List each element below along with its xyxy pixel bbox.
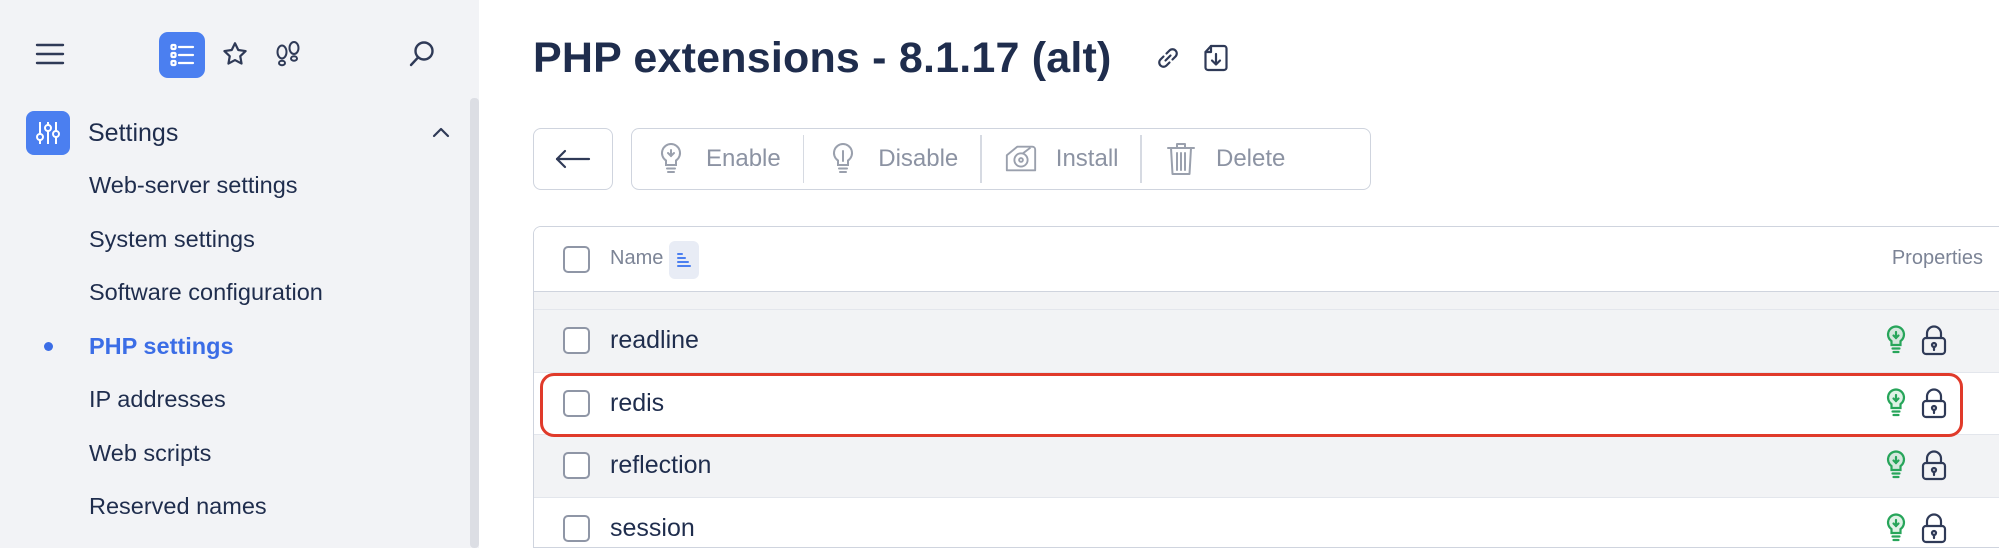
install-disc-icon	[1004, 139, 1038, 179]
bulb-icon	[1886, 450, 1906, 479]
bulb-off-icon	[826, 139, 860, 179]
settings-section-header[interactable]: Settings	[26, 110, 456, 156]
back-button[interactable]	[533, 128, 613, 190]
select-all-checkbox[interactable]	[563, 246, 590, 273]
bulb-on-icon	[654, 139, 688, 179]
table-row[interactable]: readline	[534, 310, 1999, 373]
extension-name: redis	[610, 388, 665, 417]
star-icon[interactable]	[215, 34, 255, 74]
bulb-icon	[1886, 387, 1906, 416]
page-header: PHP extensions - 8.1.17 (alt)	[533, 28, 1236, 88]
disable-button[interactable]: Disable	[804, 129, 980, 189]
sidebar-toolbar	[0, 32, 479, 82]
lock-icon	[1921, 512, 1947, 543]
sidebar-scrollbar[interactable]	[470, 98, 479, 548]
table-header: Name Properties	[534, 227, 1999, 292]
row-properties	[1885, 324, 1949, 356]
table-row[interactable]: redis	[534, 372, 1999, 435]
lock-icon	[1921, 450, 1947, 481]
enable-button[interactable]: Enable	[632, 129, 803, 189]
sidebar-item-label: Reserved names	[89, 493, 267, 520]
sidebar-item-system-settings[interactable]: System settings	[0, 213, 470, 267]
settings-submenu: Web-server settings System settings Soft…	[0, 159, 470, 534]
chevron-up-icon[interactable]	[428, 120, 454, 146]
row-properties	[1885, 449, 1949, 481]
lock-icon	[1921, 325, 1947, 356]
install-button[interactable]: Install	[982, 129, 1141, 189]
sidebar-item-label: Software configuration	[89, 279, 323, 306]
disable-button-label: Disable	[878, 145, 959, 172]
extension-name: session	[610, 513, 695, 542]
page-title: PHP extensions - 8.1.17 (alt)	[533, 33, 1112, 82]
sidebar-item-label: PHP settings	[89, 332, 234, 359]
sidebar-item-label: Web-server settings	[89, 172, 298, 199]
table-row[interactable]: reflection	[534, 435, 1999, 498]
sidebar-item-label: System settings	[89, 225, 255, 252]
row-checkbox[interactable]	[563, 514, 590, 542]
extension-name: reflection	[610, 451, 712, 479]
row-properties	[1885, 387, 1949, 419]
delete-button-label: Delete	[1215, 145, 1286, 172]
download-document-icon[interactable]	[1196, 38, 1236, 78]
sidebar-item-php-settings[interactable]: PHP settings	[0, 320, 470, 374]
active-indicator-dot	[44, 342, 53, 352]
sidebar-item-ip-addresses[interactable]: IP addresses	[0, 373, 470, 427]
install-button-label: Install	[1055, 145, 1119, 172]
extensions-table: Name Properties readline redis reflectio…	[533, 226, 1999, 548]
bulb-icon	[1886, 325, 1906, 354]
bulb-icon	[1886, 512, 1906, 541]
lock-icon	[1921, 387, 1947, 418]
sort-ascending-icon[interactable]	[669, 241, 699, 279]
settings-section-label: Settings	[88, 118, 179, 147]
row-checkbox[interactable]	[563, 452, 590, 479]
sidebar-item-web-server-settings[interactable]: Web-server settings	[0, 159, 470, 213]
link-icon[interactable]	[1148, 38, 1188, 78]
row-properties	[1885, 512, 1949, 544]
sidebar-item-label: IP addresses	[89, 386, 226, 413]
menu-icon[interactable]	[30, 34, 70, 74]
column-header-name[interactable]: Name	[610, 247, 663, 270]
list-view-icon[interactable]	[159, 32, 205, 78]
row-checkbox[interactable]	[563, 389, 590, 417]
enable-button-label: Enable	[706, 145, 781, 172]
sliders-icon	[26, 111, 70, 155]
sidebar-item-label: Web scripts	[89, 439, 212, 466]
column-header-properties: Properties	[1891, 247, 1983, 269]
delete-button[interactable]: Delete	[1142, 129, 1307, 189]
sidebar-item-reserved-names[interactable]: Reserved names	[0, 480, 470, 534]
trash-icon	[1164, 139, 1198, 179]
sidebar-item-software-configuration[interactable]: Software configuration	[0, 266, 470, 320]
table-row-partial	[534, 292, 1999, 310]
row-checkbox[interactable]	[563, 327, 590, 354]
footsteps-icon[interactable]	[268, 34, 308, 74]
actions-toolbar: Enable Disable Install Delete	[631, 128, 1371, 190]
extension-name: readline	[610, 326, 699, 354]
arrow-left-icon	[555, 149, 591, 169]
table-row[interactable]: session	[534, 497, 1999, 547]
sidebar-item-web-scripts[interactable]: Web scripts	[0, 427, 470, 481]
sidebar: Settings Web-server settings System sett…	[0, 0, 479, 548]
search-icon[interactable]	[400, 34, 444, 74]
